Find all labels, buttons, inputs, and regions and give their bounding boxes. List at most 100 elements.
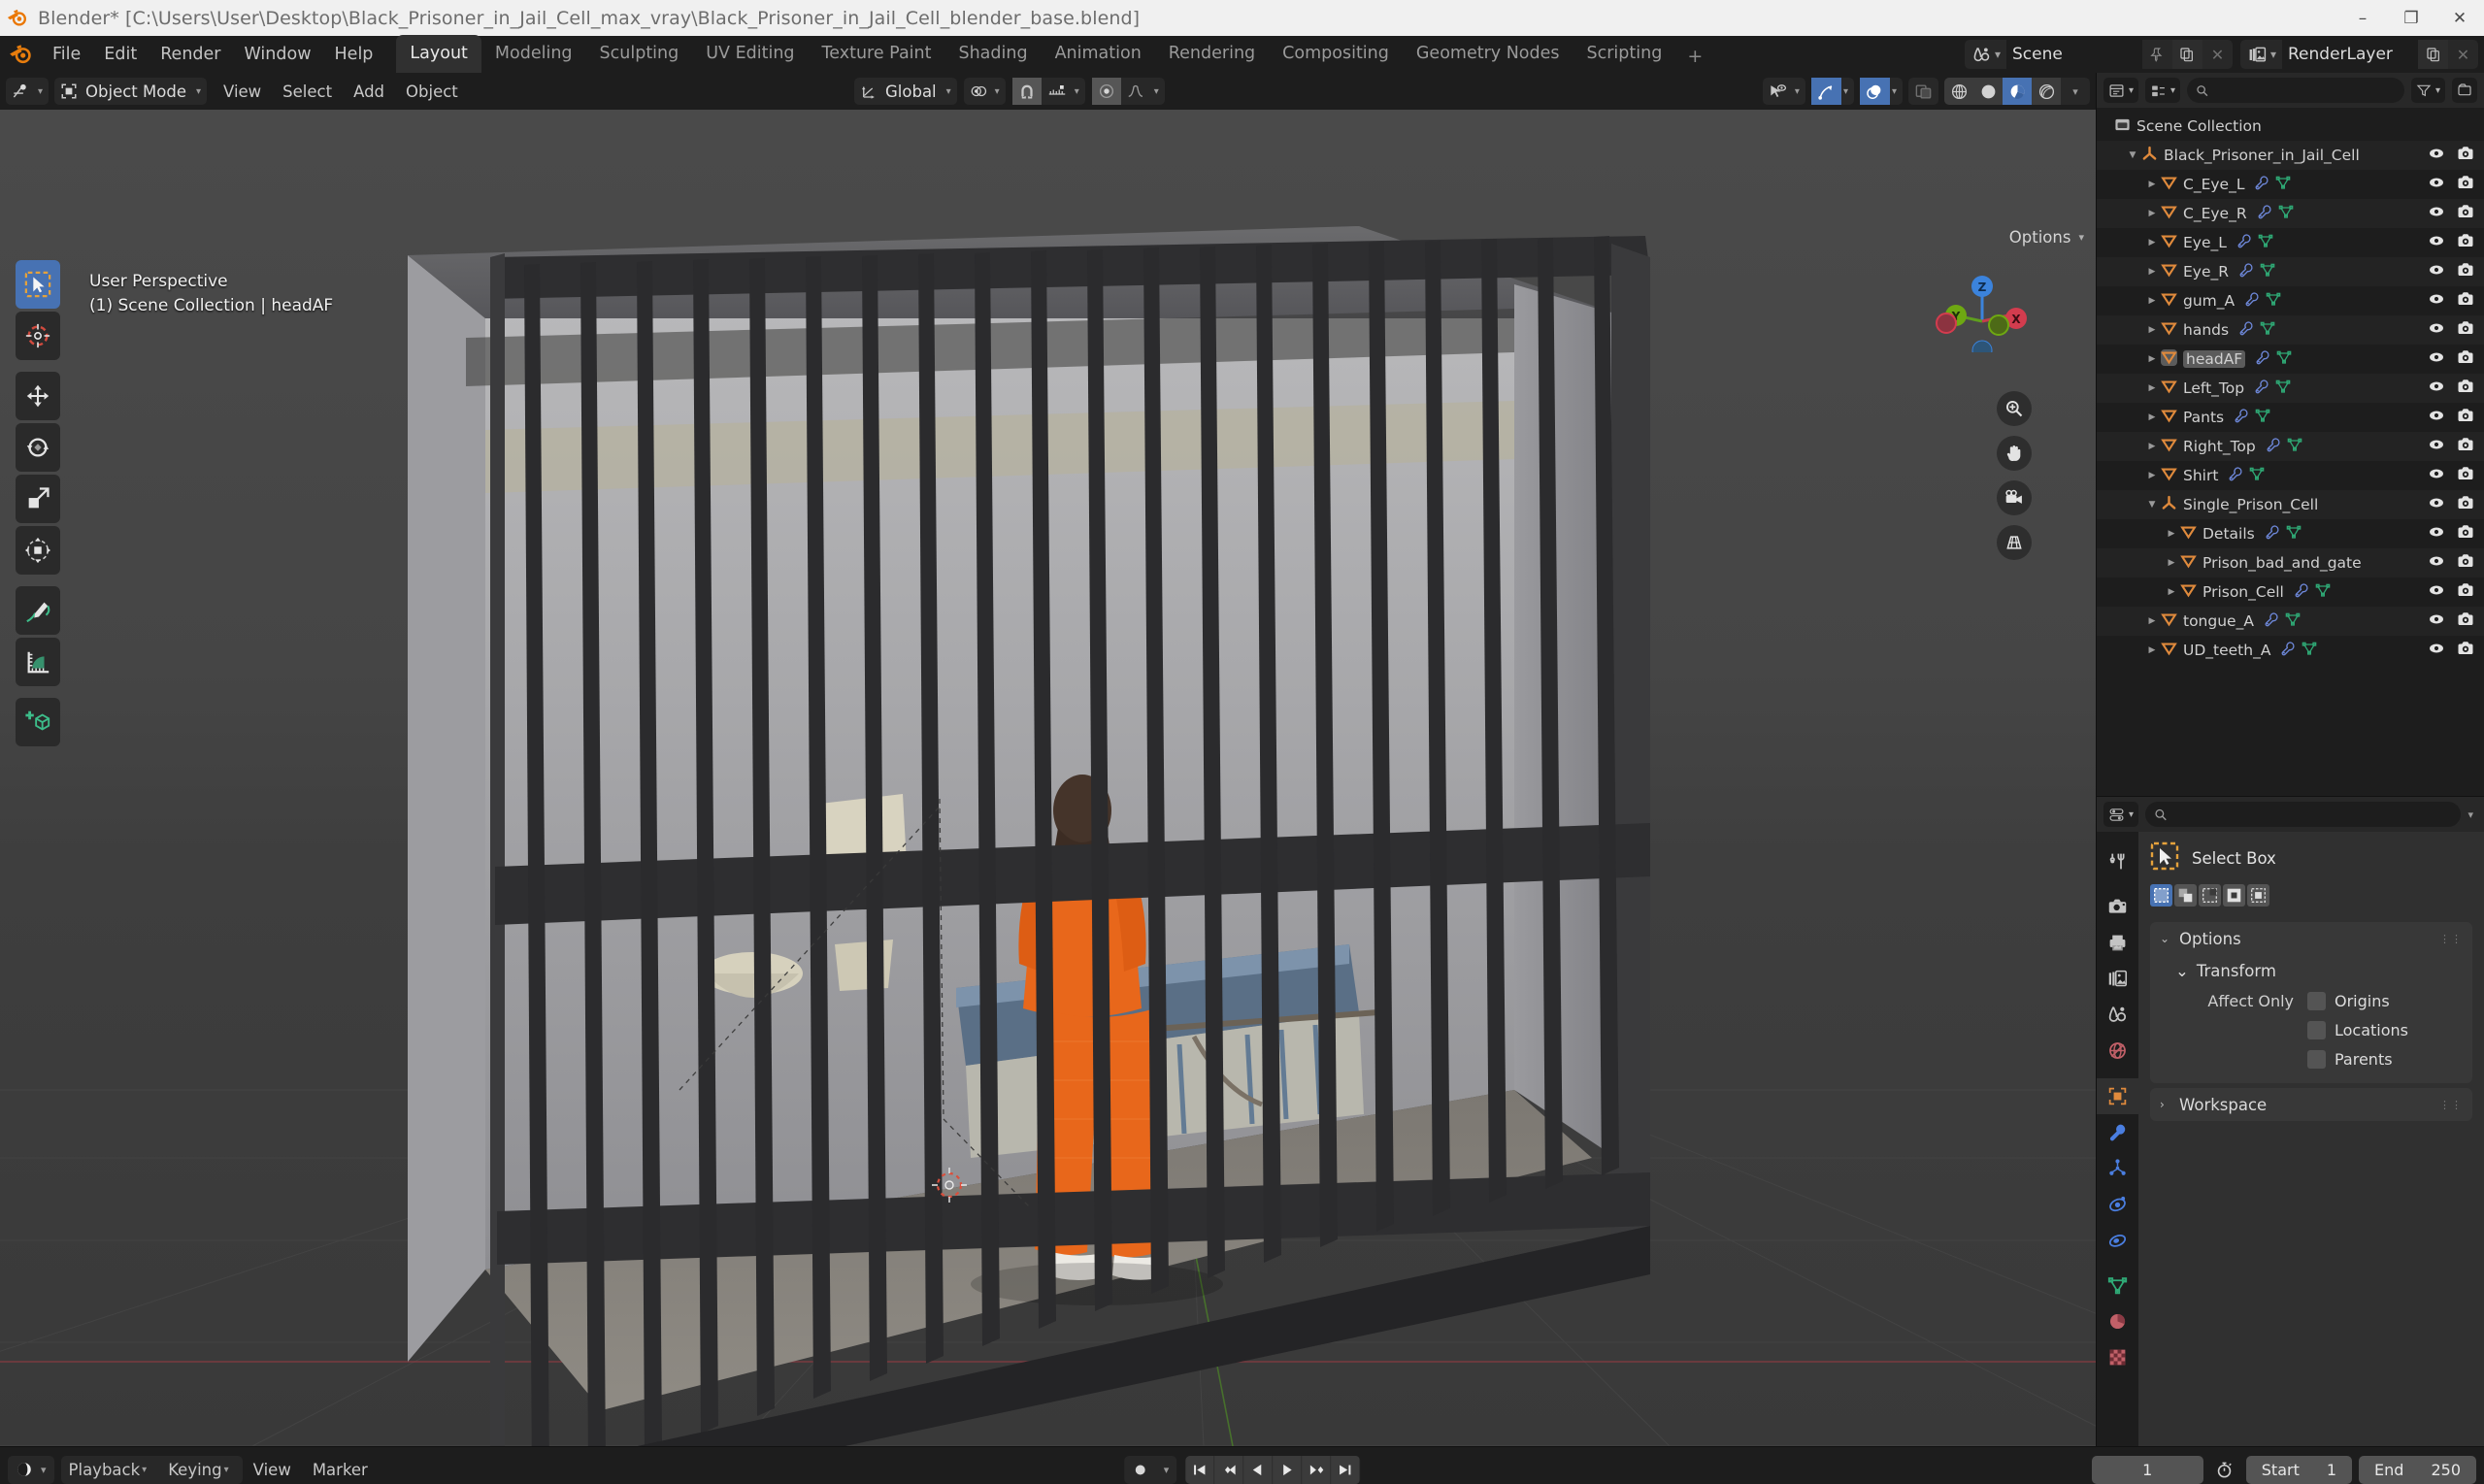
outliner-row[interactable]: ▶ Eye_L bbox=[2097, 228, 2484, 257]
disable-in-renders-icon[interactable] bbox=[2457, 290, 2474, 312]
disable-in-renders-icon[interactable] bbox=[2457, 523, 2474, 544]
minimize-button[interactable]: – bbox=[2338, 0, 2387, 36]
outliner-row[interactable]: ▶ headAF bbox=[2097, 345, 2484, 374]
viewport-options-button[interactable]: Options ▾ bbox=[2009, 228, 2084, 247]
disclosure-icon[interactable]: ▶ bbox=[2143, 238, 2161, 247]
hide-in-viewport-icon[interactable] bbox=[2428, 378, 2445, 399]
disclosure-icon[interactable]: ▶ bbox=[2143, 412, 2161, 422]
shading-material-preview-icon[interactable] bbox=[2003, 78, 2032, 105]
3d-viewport[interactable]: User Perspective (1) Scene Collection | … bbox=[0, 110, 2096, 1446]
xray-icon[interactable] bbox=[1908, 78, 1938, 105]
properties-editor-type[interactable]: ▾ bbox=[2103, 802, 2139, 827]
outliner-row[interactable]: ▼ Black_Prisoner_in_Jail_Cell bbox=[2097, 141, 2484, 170]
disclosure-icon[interactable]: ▼ bbox=[2124, 150, 2141, 160]
disclosure-icon[interactable]: ▶ bbox=[2143, 471, 2161, 480]
workspace-tab-uv-editing[interactable]: UV Editing bbox=[692, 35, 808, 73]
modifier-icon[interactable] bbox=[2238, 262, 2254, 281]
jump-to-next-keyframe-button[interactable] bbox=[1302, 1455, 1331, 1484]
disable-in-renders-icon[interactable] bbox=[2457, 261, 2474, 282]
outliner-row[interactable]: ▶ Pants bbox=[2097, 403, 2484, 432]
hide-in-viewport-icon[interactable] bbox=[2428, 552, 2445, 574]
modifier-icon[interactable] bbox=[2234, 408, 2249, 427]
disable-in-renders-icon[interactable] bbox=[2457, 640, 2474, 661]
modifier-icon[interactable] bbox=[2254, 175, 2269, 194]
disclosure-icon[interactable]: ▶ bbox=[2143, 296, 2161, 306]
close-button[interactable]: ✕ bbox=[2435, 0, 2484, 36]
hide-in-viewport-icon[interactable] bbox=[2428, 290, 2445, 312]
delete-view-layer-icon[interactable]: ✕ bbox=[2448, 40, 2478, 69]
mesh-data-icon[interactable] bbox=[2258, 233, 2273, 252]
modifier-icon[interactable] bbox=[2264, 611, 2279, 631]
hide-in-viewport-icon[interactable] bbox=[2428, 640, 2445, 661]
disable-in-renders-icon[interactable] bbox=[2457, 378, 2474, 399]
disclosure-icon[interactable]: ▶ bbox=[2143, 354, 2161, 364]
outliner-row[interactable]: ▶ gum_A bbox=[2097, 286, 2484, 315]
outliner-row[interactable]: ▶ Shirt bbox=[2097, 461, 2484, 490]
disclosure-icon[interactable]: ▶ bbox=[2143, 616, 2161, 626]
workspace-tab-scripting[interactable]: Scripting bbox=[1573, 35, 1676, 73]
workspace-panel-header[interactable]: › Workspace ⋮⋮ bbox=[2150, 1088, 2472, 1121]
overlays-toggle-group[interactable]: ▾ bbox=[1859, 78, 1903, 105]
timeline-editor-type[interactable]: ▾ bbox=[8, 1455, 54, 1484]
outliner-row[interactable]: ▶ hands bbox=[2097, 315, 2484, 345]
menu-window[interactable]: Window bbox=[233, 41, 323, 68]
properties-tool-tab[interactable] bbox=[2097, 843, 2138, 879]
use-preview-range-icon[interactable] bbox=[2210, 1456, 2239, 1484]
mesh-data-icon[interactable] bbox=[2276, 349, 2292, 369]
outliner-row[interactable]: ▶ Left_Top bbox=[2097, 374, 2484, 403]
perspective-icon[interactable] bbox=[1997, 525, 2032, 560]
select-mode-set[interactable] bbox=[2150, 884, 2172, 907]
hide-in-viewport-icon[interactable] bbox=[2428, 436, 2445, 457]
disclosure-icon[interactable]: ▶ bbox=[2143, 383, 2161, 393]
options-panel-grip-icon[interactable]: ⋮⋮ bbox=[2439, 933, 2463, 945]
mesh-data-icon[interactable] bbox=[2278, 204, 2294, 223]
proportional-edit-icon[interactable] bbox=[1091, 78, 1121, 105]
disable-in-renders-icon[interactable] bbox=[2457, 465, 2474, 486]
properties-search-input[interactable] bbox=[2145, 802, 2462, 827]
outliner-filter-button[interactable]: ▾ bbox=[2410, 78, 2445, 103]
menu-file[interactable]: File bbox=[41, 41, 92, 68]
blender-menu-icon[interactable] bbox=[8, 42, 33, 67]
workspace-tab-animation[interactable]: Animation bbox=[1042, 35, 1155, 73]
mesh-data-icon[interactable] bbox=[2249, 466, 2265, 485]
snapping-controls[interactable]: ▾ bbox=[1011, 78, 1085, 105]
overlays-icon[interactable] bbox=[1859, 78, 1890, 105]
disable-in-renders-icon[interactable] bbox=[2457, 494, 2474, 515]
properties-particles-tab[interactable] bbox=[2097, 1150, 2138, 1186]
modifier-icon[interactable] bbox=[2254, 379, 2269, 398]
mesh-data-icon[interactable] bbox=[2302, 641, 2317, 660]
properties-texture-tab[interactable] bbox=[2097, 1339, 2138, 1375]
workspace-tab-layout[interactable]: Layout bbox=[396, 35, 481, 73]
viewport-menu-add[interactable]: Add bbox=[343, 79, 395, 105]
disable-in-renders-icon[interactable] bbox=[2457, 436, 2474, 457]
workspace-tab-sculpting[interactable]: Sculpting bbox=[586, 35, 693, 73]
viewport-menu-object[interactable]: Object bbox=[395, 79, 469, 105]
play-reverse-button[interactable] bbox=[1243, 1455, 1273, 1484]
shading-wireframe-icon[interactable] bbox=[1944, 78, 1973, 105]
delete-scene-icon[interactable]: ✕ bbox=[2202, 40, 2233, 69]
editor-type-selector[interactable]: ▾ bbox=[6, 78, 50, 105]
shading-solid-icon[interactable] bbox=[1973, 78, 2003, 105]
timeline-menu-playback[interactable]: Playback ▾ bbox=[61, 1456, 161, 1484]
disclosure-icon[interactable]: ▶ bbox=[2143, 325, 2161, 335]
viewport-menu-select[interactable]: Select bbox=[272, 79, 343, 105]
modifier-icon[interactable] bbox=[2280, 641, 2296, 660]
gizmo-icon[interactable] bbox=[1810, 78, 1841, 105]
modifier-icon[interactable] bbox=[2228, 466, 2243, 485]
disable-in-renders-icon[interactable] bbox=[2457, 203, 2474, 224]
outliner-row[interactable]: ▶ Prison_bad_and_gate bbox=[2097, 548, 2484, 577]
shading-rendered-icon[interactable] bbox=[2032, 78, 2061, 105]
scale-tool[interactable] bbox=[16, 475, 60, 523]
cursor-tool[interactable] bbox=[16, 312, 60, 360]
outliner-row[interactable]: ▶ Prison_Cell bbox=[2097, 577, 2484, 607]
modifier-icon[interactable] bbox=[2238, 320, 2254, 340]
select-mode-subtract[interactable] bbox=[2199, 884, 2221, 907]
mesh-data-icon[interactable] bbox=[2286, 524, 2302, 544]
snap-increment-icon[interactable] bbox=[1042, 78, 1073, 105]
disclosure-icon[interactable]: ▶ bbox=[2163, 558, 2180, 568]
properties-view-layer-tab[interactable] bbox=[2097, 961, 2138, 997]
modifier-icon[interactable] bbox=[2266, 437, 2281, 456]
hide-in-viewport-icon[interactable] bbox=[2428, 494, 2445, 515]
modifier-icon[interactable] bbox=[2257, 204, 2272, 223]
interaction-mode-selector[interactable]: Object Mode ▾ bbox=[54, 78, 208, 105]
